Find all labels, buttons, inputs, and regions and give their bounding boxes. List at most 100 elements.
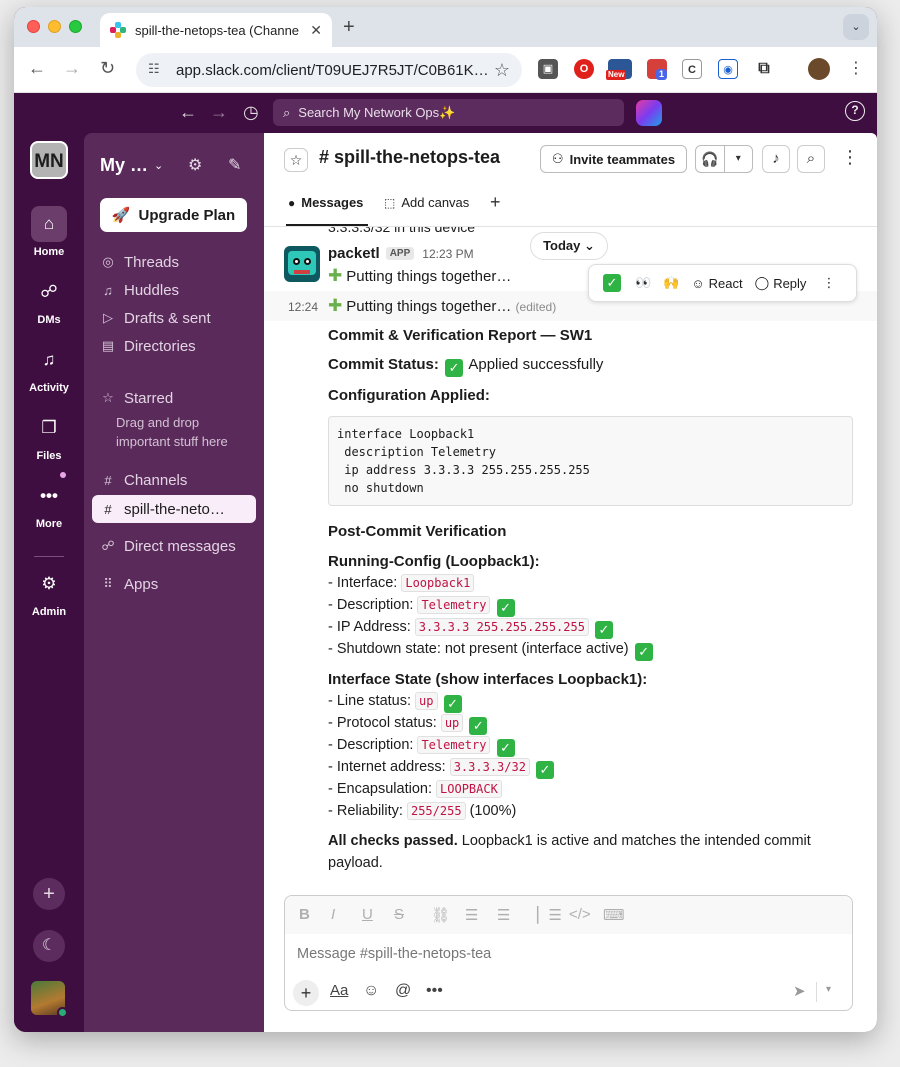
sidebar-section-dms[interactable]: ☍ Direct messages [92,533,256,559]
more-icon: ••• [31,472,67,514]
more-actions-icon[interactable]: ⋮ [816,269,841,297]
message-timestamp[interactable]: 12:24 [288,300,318,314]
bookmark-star-icon[interactable]: ☆ [494,60,510,81]
reply-in-thread-button[interactable]: ◯ Reply [749,269,813,297]
italic-icon[interactable]: I [331,906,335,923]
underline-icon[interactable]: U [362,906,373,923]
compose-icon[interactable]: ✎ [228,155,241,175]
extension-4-icon[interactable]: 1 [647,59,668,80]
sidebar-item-directories[interactable]: ▤ Directories [92,333,256,359]
zoom-window-button[interactable] [69,20,82,33]
link-icon[interactable]: ⛓ [431,906,450,924]
headphones-icon[interactable]: 🎧 [696,146,724,172]
chevron-down-icon[interactable]: ⌄ [154,159,163,172]
address-bar[interactable]: ☷ app.slack.com/client/T09UEJ7R5JT/C0B61… [136,53,522,87]
strikethrough-icon[interactable]: S [394,906,404,923]
search-bar[interactable]: ⌕ Search My Network Ops✨ [273,99,624,126]
moon-icon[interactable]: ☾ [33,930,65,962]
browser-menu-icon[interactable]: ⋮ [848,58,864,78]
code-block-icon[interactable]: ⌨ [603,906,625,924]
bot-avatar[interactable] [284,246,320,282]
inline-code: 3.3.3.3/32 [449,758,530,776]
sidebar-item-threads[interactable]: ◎ Threads [92,249,256,275]
rail-files[interactable]: ❐ Files [14,410,84,462]
tab-messages[interactable]: ● Messages [288,195,363,210]
rail-dms[interactable]: ☍ DMs [14,274,84,326]
bulleted-list-icon[interactable]: ☰ [497,906,510,924]
react-check-button[interactable]: ✓ [595,269,629,297]
workspace-avatar[interactable]: MN [30,141,68,179]
react-eyes-button[interactable]: 👀 [629,269,657,297]
extension-5-icon[interactable]: C [682,59,702,79]
site-info-icon[interactable]: ☷ [148,61,166,79]
sidebar-section-channels[interactable]: # Channels [92,467,256,493]
channel-search-icon[interactable]: ⌕ [797,145,825,173]
history-back-icon[interactable]: ← [179,102,197,123]
rail-admin[interactable]: ⚙ Admin [14,566,84,618]
back-icon[interactable]: ← [28,58,46,79]
apps-icon: ⠿ [103,576,113,591]
tab-add-canvas[interactable]: ⬚ Add canvas [384,195,469,210]
message-time[interactable]: 12:23 PM [422,247,473,261]
text-format-icon[interactable]: Aa [330,982,348,999]
workspace-rail: MN ⌂ Home ☍ DMs ♫ Activity ❐ Files ••• M… [14,133,84,1032]
blockquote-icon[interactable]: ▏☰ [537,906,562,924]
invite-teammates-button[interactable]: ⚇ Invite teammates [540,145,687,173]
user-avatar[interactable] [31,981,68,1018]
extension-3-icon[interactable]: New [606,59,632,80]
history-clock-icon[interactable]: ◷ [243,102,259,123]
rail-home[interactable]: ⌂ Home [14,206,84,258]
ai-assistant-icon[interactable] [636,100,662,126]
channel-title[interactable]: # spill-the-netops-tea [319,147,500,168]
extensions-puzzle-icon[interactable]: ⧉ [754,59,774,79]
new-tab-icon[interactable]: + [343,16,355,39]
extension-2-icon[interactable]: O [574,59,594,79]
react-raised-hands-button[interactable]: 🙌 [657,269,685,297]
attach-plus-icon[interactable]: + [293,980,319,1006]
sidebar-item-drafts[interactable]: ▷ Drafts & sent [92,305,256,331]
notification-bell-icon[interactable]: ♪ [762,145,790,173]
config-applied-label: Configuration Applied: [328,387,490,404]
help-icon[interactable]: ? [845,101,865,121]
star-channel-icon[interactable]: ☆ [284,148,308,172]
minimize-window-button[interactable] [48,20,61,33]
bold-icon[interactable]: B [299,906,310,923]
code-icon[interactable]: </> [569,906,591,923]
more-composer-icon[interactable]: ••• [426,982,443,1000]
history-forward-icon[interactable]: → [210,102,228,123]
send-icon[interactable]: ➤ [793,982,806,1000]
close-tab-icon[interactable]: ✕ [310,22,322,39]
workspace-name[interactable]: My … [100,155,148,176]
sender-name[interactable]: packetl [328,245,380,262]
add-tab-icon[interactable]: + [490,192,501,213]
star-icon: ☆ [102,390,114,405]
extension-1-icon[interactable]: ▣ [538,59,558,79]
message-input[interactable]: Message #spill-the-netops-tea [297,946,491,962]
profile-avatar[interactable] [808,58,830,80]
channel-more-icon[interactable]: ⋮ [841,147,859,168]
emoji-icon[interactable]: ☺ [363,982,379,1000]
close-window-button[interactable] [27,20,40,33]
action-label: Reply [773,275,807,291]
chevron-down-icon[interactable]: ▾ [723,146,753,172]
ordered-list-icon[interactable]: ☰ [465,906,478,924]
reload-icon[interactable]: ↻ [100,58,115,79]
tab-search-icon[interactable]: ⌄ [843,14,869,40]
sidebar-section-starred[interactable]: ☆ Starred [92,385,256,411]
huddle-button[interactable]: 🎧 ▾ [695,145,753,173]
schedule-chevron-icon[interactable]: ▾ [826,984,831,995]
rail-activity[interactable]: ♫ Activity [14,342,84,394]
extension-6-icon[interactable]: ◉ [718,59,738,79]
rail-more[interactable]: ••• More [14,472,84,530]
settings-gear-icon[interactable]: ⚙ [188,155,202,175]
date-divider-today[interactable]: Today ⌄ [530,232,608,260]
mention-icon[interactable]: @ [395,982,411,1000]
upgrade-plan-button[interactable]: 🚀 Upgrade Plan [100,198,247,232]
forward-icon[interactable]: → [63,58,81,79]
sidebar-item-huddles[interactable]: ♫ Huddles [92,277,256,303]
browser-tab[interactable]: spill-the-netops-tea (Channe ✕ [100,13,332,47]
sidebar-item-apps[interactable]: ⠿ Apps [92,571,256,597]
add-workspace-icon[interactable]: + [33,878,65,910]
add-reaction-button[interactable]: ☺ React [685,269,748,297]
sidebar-item-active-channel[interactable]: # spill-the-neto… [92,495,256,523]
